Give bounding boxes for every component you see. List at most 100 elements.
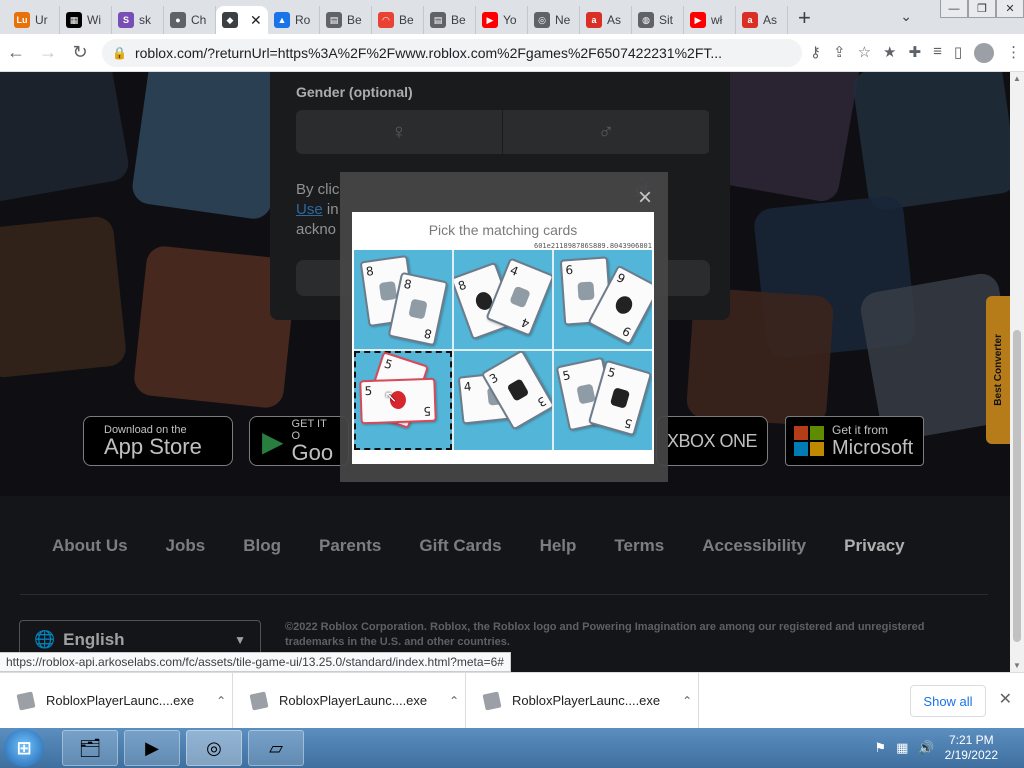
sticky-notes-taskbar-icon[interactable]: ▱ bbox=[248, 730, 304, 766]
roblox-icon: ◆ bbox=[222, 12, 238, 28]
tray-flag-icon[interactable]: ⚑ bbox=[874, 740, 886, 756]
tab-title: sk bbox=[139, 13, 151, 27]
file-icon bbox=[16, 691, 36, 710]
chevron-up-icon[interactable]: ⌃ bbox=[682, 694, 692, 708]
lexico-icon: Lu bbox=[14, 12, 30, 28]
share-icon[interactable]: ⇪ bbox=[833, 43, 846, 63]
captcha-tile-5[interactable]: 44 33 bbox=[454, 351, 552, 450]
download-filename: RobloxPlayerLaunc....exe bbox=[512, 693, 661, 708]
tab-strip: Lu Ur ▦ Wi Ssk ● Ch ◆ ✕ ▲ Ro ▤ Be ◠ Be ▤ Be ▶ Yo ◎ Ne a As ◍ Sit… bbox=[0, 0, 1024, 34]
browser-tab[interactable]: ▦ Wi bbox=[60, 6, 112, 34]
rainbow-icon: ◠ bbox=[378, 12, 394, 28]
downloads-bar: RobloxPlayerLaunc....exe ⌃ RobloxPlayerLau… bbox=[0, 672, 1024, 729]
youtube-icon: ▶ bbox=[482, 12, 498, 28]
network-icon[interactable]: ▦ bbox=[896, 740, 908, 756]
tab-title: Ch bbox=[191, 13, 207, 27]
film-icon: ▦ bbox=[66, 12, 82, 28]
lock-icon[interactable]: 🔒 bbox=[112, 46, 127, 60]
chrome-icon: ◎ bbox=[534, 12, 550, 28]
browser-tab[interactable]: Lu Ur bbox=[8, 6, 60, 34]
close-downloads-icon[interactable]: ✕ bbox=[999, 689, 1012, 709]
address-bar[interactable]: 🔒 roblox.com/?returnUrl=https%3A%2F%2Fww… bbox=[102, 38, 802, 67]
file-icon bbox=[249, 691, 269, 710]
captcha-tile-1[interactable]: 88 88 bbox=[354, 250, 452, 349]
captcha-tile-2[interactable]: 88 44 bbox=[454, 250, 552, 349]
media-player-taskbar-icon[interactable]: ▶ bbox=[124, 730, 180, 766]
browser-tab[interactable]: a As bbox=[736, 6, 788, 34]
media-control-icon[interactable]: ≡ bbox=[933, 43, 942, 63]
download-filename: RobloxPlayerLaunc....exe bbox=[46, 693, 195, 708]
profile-avatar[interactable] bbox=[974, 42, 995, 63]
scroll-down-icon[interactable]: ▼ bbox=[1013, 661, 1021, 670]
chevron-up-icon[interactable]: ⌃ bbox=[449, 694, 459, 708]
tab-search-chevron-icon[interactable]: ⌄ bbox=[900, 8, 912, 25]
scroll-up-icon[interactable]: ▲ bbox=[1013, 74, 1021, 83]
tab-title: Be bbox=[347, 13, 362, 27]
captcha-tile-grid: 88 88 88 44 66 99 55 55 ↖ 44 bbox=[354, 250, 652, 450]
start-button[interactable]: ⊞ bbox=[4, 729, 44, 767]
browser-tab[interactable]: ▶ Yo bbox=[476, 6, 528, 34]
browser-tab[interactable]: ● Ch bbox=[164, 6, 216, 34]
close-window-icon[interactable]: ✕ bbox=[996, 0, 1024, 18]
browser-tab[interactable]: ◎ Ne bbox=[528, 6, 580, 34]
check-icon: ● bbox=[170, 12, 186, 28]
flag-icon[interactable]: ★ bbox=[883, 43, 896, 63]
browser-tab[interactable]: ◠ Be bbox=[372, 6, 424, 34]
globe-icon: ◍ bbox=[638, 12, 654, 28]
volume-icon[interactable]: 🔊 bbox=[918, 740, 934, 756]
key-icon[interactable]: ⚷ bbox=[810, 43, 821, 63]
mouse-cursor-icon: ↖ bbox=[384, 389, 398, 406]
close-tab-icon[interactable]: ✕ bbox=[250, 12, 262, 29]
download-filename: RobloxPlayerLaunc....exe bbox=[279, 693, 428, 708]
forward-icon[interactable]: → bbox=[32, 42, 64, 63]
scrollbar-thumb[interactable] bbox=[1013, 330, 1021, 642]
ask-icon: a bbox=[742, 12, 758, 28]
clock[interactable]: 7:21 PM 2/19/2022 bbox=[945, 733, 998, 763]
reload-icon[interactable]: ↻ bbox=[64, 42, 96, 63]
file-explorer-taskbar-icon[interactable]: 🗂 bbox=[62, 730, 118, 766]
captcha-tile-6[interactable]: 55 55 bbox=[554, 351, 652, 450]
browser-tab[interactable]: ▤ Be bbox=[320, 6, 372, 34]
chevron-up-icon[interactable]: ⌃ bbox=[216, 694, 226, 708]
extensions-puzzle-icon[interactable]: ✚ bbox=[908, 43, 921, 63]
bookmark-star-icon[interactable]: ☆ bbox=[858, 43, 871, 63]
browser-tab[interactable]: ◍ Sit bbox=[632, 6, 684, 34]
download-item[interactable]: RobloxPlayerLaunc....exe ⌃ bbox=[466, 672, 699, 729]
doc-icon: ▤ bbox=[430, 12, 446, 28]
browser-tab[interactable]: ◆ ✕ bbox=[216, 6, 268, 34]
page-scrollbar[interactable]: ▲ ▼ bbox=[1010, 72, 1024, 672]
tab-title: Be bbox=[399, 13, 414, 27]
window-controls: — ❐ ✕ bbox=[940, 0, 1024, 20]
tab-title: Ur bbox=[35, 13, 48, 27]
ask-icon: a bbox=[586, 12, 602, 28]
tab-title: As bbox=[607, 13, 622, 27]
toolbar-icons: ⚷ ⇪ ☆ ★ ✚ ≡ ▯ ⋮ bbox=[810, 42, 1021, 63]
download-item[interactable]: RobloxPlayerLaunc....exe ⌃ bbox=[233, 672, 466, 729]
side-panel-icon[interactable]: ▯ bbox=[954, 43, 962, 63]
browser-tab[interactable]: ▶ wł bbox=[684, 6, 736, 34]
show-all-downloads-button[interactable]: Show all bbox=[910, 685, 986, 717]
restore-icon[interactable]: ❐ bbox=[968, 0, 996, 18]
minimize-icon[interactable]: — bbox=[940, 0, 968, 18]
back-icon[interactable]: ← bbox=[0, 42, 32, 63]
arkose-icon: ▲ bbox=[274, 12, 290, 28]
new-tab-button[interactable]: + bbox=[798, 5, 811, 31]
system-tray: ⚑ ▦ 🔊 7:21 PM 2/19/2022 bbox=[874, 728, 1024, 768]
close-icon[interactable]: × bbox=[638, 184, 652, 212]
browser-tab[interactable]: a As bbox=[580, 6, 632, 34]
tab-title: Be bbox=[451, 13, 466, 27]
chrome-taskbar-icon[interactable]: ◎ bbox=[186, 730, 242, 766]
browser-tab[interactable]: ▲ Ro bbox=[268, 6, 320, 34]
download-item[interactable]: RobloxPlayerLaunc....exe ⌃ bbox=[0, 672, 233, 729]
sketch-icon: S bbox=[118, 12, 134, 28]
menu-kebab-icon[interactable]: ⋮ bbox=[1006, 43, 1021, 63]
captcha-modal: × Pick the matching cards 601e211898786S… bbox=[340, 172, 668, 482]
tab-title: Wi bbox=[87, 13, 101, 27]
captcha-tile-4-selected[interactable]: 55 55 ↖ bbox=[354, 351, 452, 450]
browser-tab[interactable]: Ssk bbox=[112, 6, 164, 34]
captcha-tile-3[interactable]: 66 99 bbox=[554, 250, 652, 349]
browser-tab[interactable]: ▤ Be bbox=[424, 6, 476, 34]
youtube-icon: ▶ bbox=[690, 12, 706, 28]
captcha-frame: Pick the matching cards 601e211898786S88… bbox=[352, 212, 654, 464]
file-icon bbox=[482, 691, 502, 710]
